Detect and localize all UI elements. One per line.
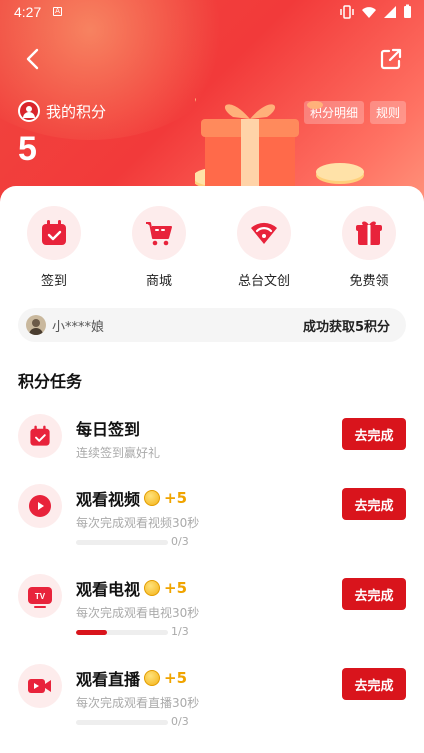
task-watch-video: 观看视频 +5 每次完成观看视频30秒 0/3 去完成 [0,484,424,564]
task-watch-tv: TV 观看电视 +5 每次完成观看电视30秒 1/3 去完成 [0,574,424,654]
status-time: 4:27 [14,4,42,20]
task-reward: +5 [164,579,188,597]
calendar-check-icon [18,414,62,458]
ticker-message: 成功获取5积分 [302,320,390,335]
tv-icon: TV [18,574,62,618]
task-desc: 每次完成观看视频30秒 [76,516,200,530]
task-reward: +5 [164,489,188,507]
wifi-icon [362,6,376,18]
task-reward: +5 [164,669,188,687]
live-camera-icon [18,664,62,708]
task-desc: 连续签到赢好礼 [76,446,161,460]
chevron-left-icon [26,48,39,70]
status-icons [339,4,412,19]
play-icon [18,484,62,528]
quick-cctv-creative[interactable]: 总台文创 [224,206,304,289]
quick-cctv-creative-label: 总台文创 [237,274,290,289]
vibrate-icon [340,4,354,19]
task-title-text: 观看电视 [76,580,141,599]
ticker-user-avatar [26,315,46,335]
main-content: 签到 商城 总台文创 免费领 小****娘 成功获取5积分 积分任务 每日签到 … [0,186,424,753]
task-title-text: 观看视频 [76,490,141,509]
status-bar: 4:27 A [0,0,424,24]
activity-ticker: 小****娘 成功获取5积分 [18,308,406,342]
my-points-label: 我的积分 [46,102,107,121]
share-icon [380,48,402,70]
calendar-check-icon [27,206,81,260]
task-progress-fill [76,630,107,635]
my-points-label-row: 我的积分 [18,100,106,122]
task-progress-text: 0/3 [171,535,189,548]
task-title: 观看直播 +5 [76,666,187,690]
quick-free-claim[interactable]: 免费领 [329,206,409,289]
svg-text:TV: TV [35,592,46,601]
task-progress-bar [76,630,168,635]
quick-actions: 签到 商城 总台文创 免费领 [0,206,424,296]
task-daily-checkin: 每日签到 连续签到赢好礼 去完成 [0,414,424,494]
task-progress-bar [76,720,168,725]
quick-free-claim-label: 免费领 [349,274,389,289]
points-value: 5 [18,130,37,168]
signal-icon [384,5,396,18]
task-title: 观看视频 +5 [76,486,187,510]
task-progress-text: 0/3 [171,715,189,728]
notification-a-icon: A [53,7,62,16]
task-go-complete-button[interactable]: 去完成 [342,578,406,610]
share-button[interactable] [376,44,406,74]
task-go-complete-button[interactable]: 去完成 [342,488,406,520]
task-desc: 每次完成观看直播30秒 [76,696,200,710]
fan-icon [237,206,291,260]
task-title: 每日签到 [76,416,140,440]
user-avatar-icon [18,100,40,122]
gift-box-illustration [195,95,364,195]
back-button[interactable] [18,44,48,74]
shopping-cart-icon [132,206,186,260]
quick-mall-label: 商城 [145,274,172,289]
task-title: 观看电视 +5 [76,576,187,600]
task-watch-live: 观看直播 +5 每次完成观看直播30秒 0/3 去完成 [0,664,424,744]
quick-mall[interactable]: 商城 [119,206,199,289]
gift-icon [342,206,396,260]
task-desc: 每次完成观看电视30秒 [76,606,200,620]
coin-icon [144,670,161,686]
task-go-complete-button[interactable]: 去完成 [342,668,406,700]
quick-checkin-label: 签到 [40,274,67,289]
task-progress-bar [76,540,168,545]
task-title-text: 每日签到 [76,420,141,439]
coin-icon [144,490,161,506]
battery-icon [404,4,411,18]
tasks-section-title: 积分任务 [18,372,83,391]
task-go-complete-button[interactable]: 去完成 [342,418,406,450]
task-progress-text: 1/3 [171,625,189,638]
ticker-user-name: 小****娘 [52,320,105,335]
coin-icon [144,580,161,596]
task-title-text: 观看直播 [76,670,141,689]
quick-checkin[interactable]: 签到 [14,206,94,289]
